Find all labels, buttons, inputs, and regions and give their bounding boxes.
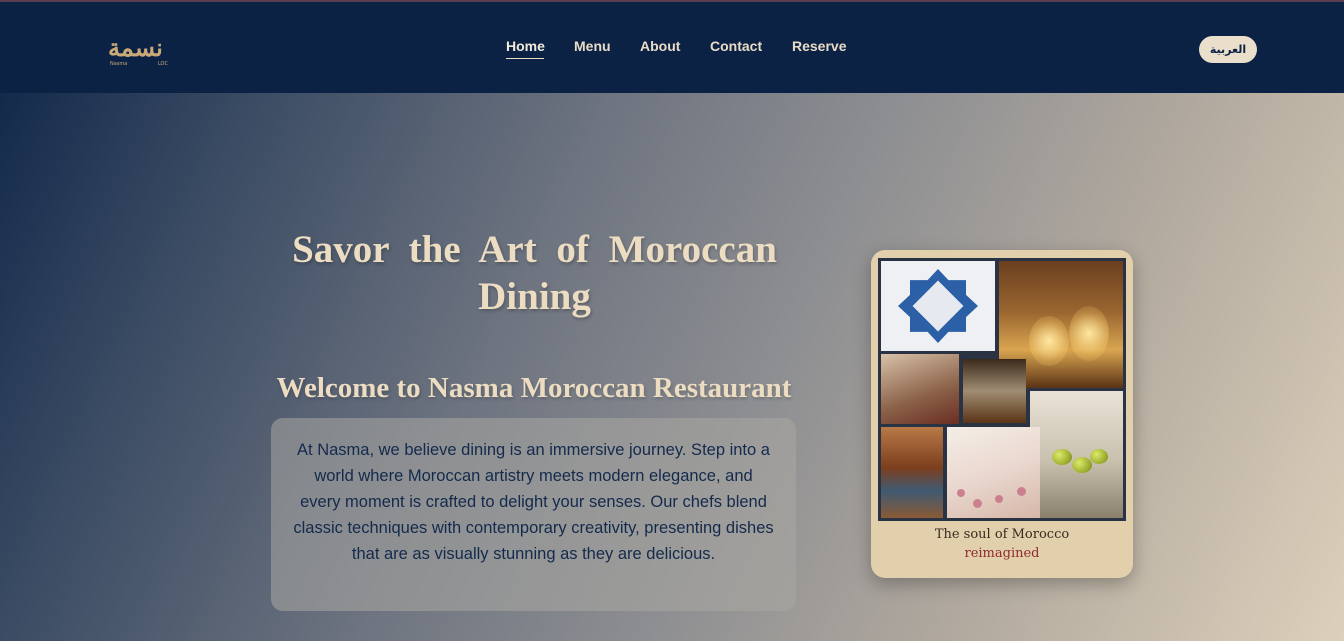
olive-shape: [1052, 449, 1072, 465]
intro-box: At Nasma, we believe dining is an immers…: [271, 418, 796, 611]
nav-about[interactable]: About: [640, 38, 680, 54]
caption-line-2: reimagined: [964, 546, 1040, 561]
rose-petal-shape: [957, 489, 965, 497]
olives-bowl-image: [1030, 391, 1123, 518]
photo-collage: [878, 258, 1126, 521]
lantern-glow: [1069, 306, 1109, 361]
card-caption: The soul of Morocco reimagined: [871, 525, 1133, 563]
intro-paragraph: At Nasma, we believe dining is an immers…: [293, 441, 774, 563]
navbar: نسمة Nasma LOC Home Menu About Contact R…: [0, 2, 1344, 93]
language-toggle-button[interactable]: العربية: [1199, 36, 1257, 63]
rose-petal-shape: [973, 499, 982, 508]
rose-petal-shape: [1017, 487, 1026, 496]
moroccan-collage-card: The soul of Morocco reimagined: [871, 250, 1133, 578]
caption-line-1: The soul of Morocco: [934, 527, 1070, 542]
olive-shape: [1072, 457, 1092, 473]
teapot-image: [881, 354, 959, 424]
nav-contact[interactable]: Contact: [710, 38, 762, 54]
nav-menu[interactable]: Menu: [574, 38, 611, 54]
lantern-glow: [1029, 316, 1069, 366]
dates-bowl-image: [963, 359, 1026, 423]
main-nav: Home Menu About Contact Reserve: [0, 38, 1344, 62]
nav-reserve[interactable]: Reserve: [792, 38, 847, 54]
welcome-heading: Welcome to Nasma Moroccan Restaurant: [276, 372, 792, 404]
nav-home[interactable]: Home: [506, 38, 545, 54]
zellige-tile-image: [881, 261, 995, 351]
dining-hall-image: [881, 427, 943, 518]
hero-title: Savor the Art of Moroccan Dining: [292, 228, 777, 318]
olive-shape: [1090, 449, 1108, 464]
active-nav-underline: [506, 58, 544, 59]
rose-box-image: [947, 427, 1040, 518]
rose-petal-shape: [995, 495, 1003, 503]
